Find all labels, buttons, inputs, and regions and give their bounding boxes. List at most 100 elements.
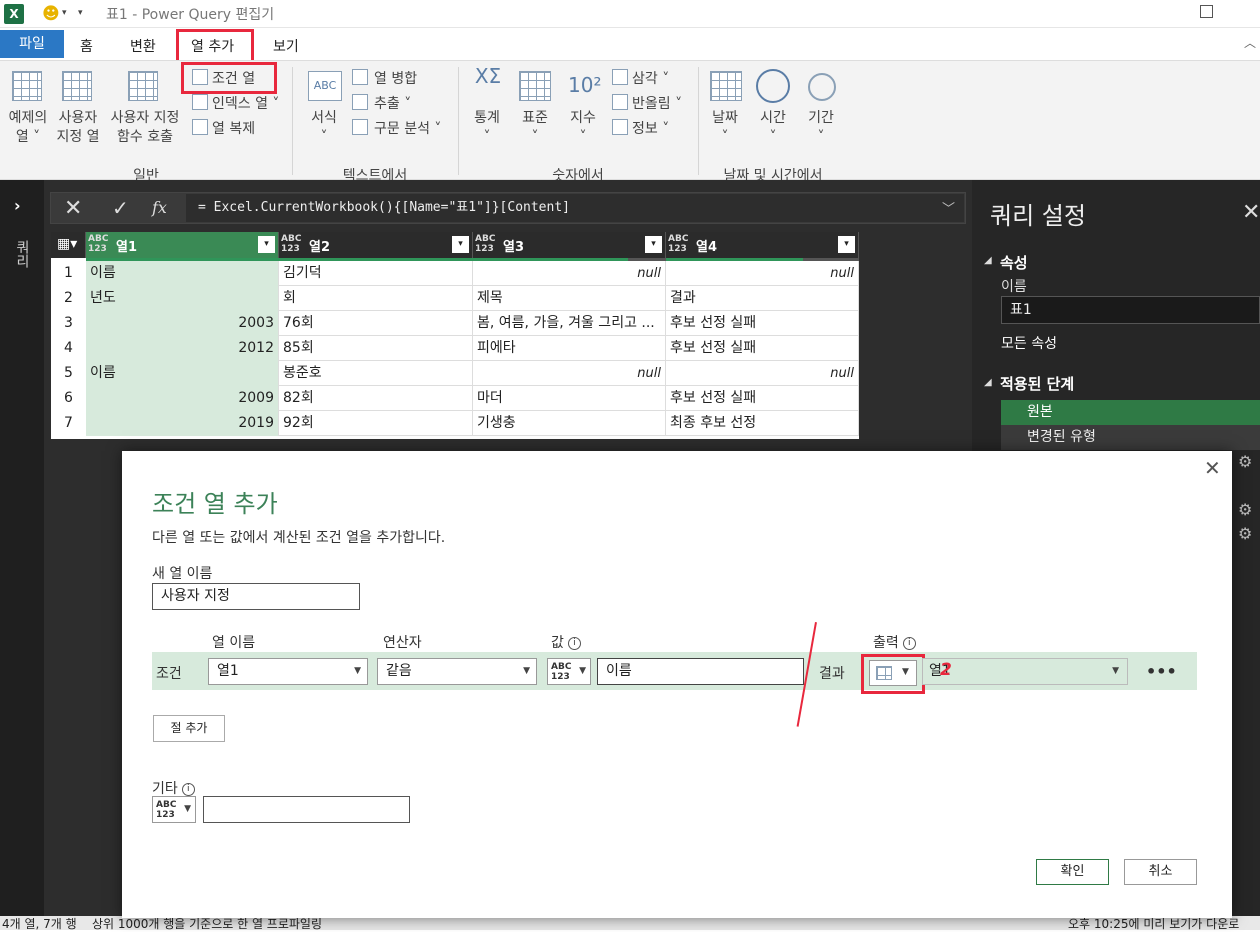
close-icon[interactable]: ✕ <box>1242 200 1260 225</box>
scientific-button[interactable]: 지수 ˅ <box>560 109 606 147</box>
query-name-input[interactable]: 표1 <box>1001 296 1260 324</box>
table-cell[interactable]: 김기덕 <box>279 261 473 286</box>
tab-transform[interactable]: 변환 <box>130 36 156 56</box>
table-cell[interactable]: 2009 <box>86 386 279 411</box>
table-cell[interactable]: 최종 후보 선정 <box>666 411 859 436</box>
cancel-button[interactable]: 취소 <box>1124 859 1197 885</box>
table-cell[interactable]: 이름 <box>86 361 279 386</box>
table-cell[interactable]: null <box>473 261 666 286</box>
else-type-button[interactable]: ABC 123 ▼ <box>152 796 196 823</box>
all-properties-link[interactable]: 모든 속성 <box>1001 333 1057 353</box>
gear-icon[interactable]: ⚙ <box>1238 500 1252 519</box>
fx-icon[interactable]: fx <box>152 198 167 217</box>
type-abc123-icon[interactable]: ABC 123 <box>668 234 688 254</box>
table-cell[interactable]: 마더 <box>473 386 666 411</box>
info-icon[interactable]: i <box>567 636 581 650</box>
table-cell[interactable]: null <box>666 361 859 386</box>
table-cell[interactable]: 피에타 <box>473 336 666 361</box>
row-number[interactable]: 2 <box>51 286 86 311</box>
formula-input[interactable]: = Excel.CurrentWorkbook(){[Name="표1"]}[C… <box>186 194 964 222</box>
chevron-up-icon[interactable]: ︿ <box>1244 34 1256 51</box>
confirm-formula-icon[interactable]: ✓ <box>112 196 129 220</box>
duration-button[interactable]: 기간 ˅ <box>798 109 844 147</box>
column-header-1[interactable]: ABC 123 열1 ▾ <box>86 232 279 258</box>
new-column-name-input[interactable]: 사용자 지정 <box>152 583 360 610</box>
output-column-select[interactable]: 열1 ▼ <box>922 658 1128 685</box>
maximize-icon[interactable] <box>1200 5 1213 18</box>
table-cell[interactable]: 기생충 <box>473 411 666 436</box>
table-menu-icon[interactable]: ▦▾ <box>51 232 86 258</box>
collapse-triangle-icon[interactable]: ◢ <box>984 255 992 266</box>
table-cell[interactable]: 92회 <box>279 411 473 436</box>
row-number[interactable]: 4 <box>51 336 86 361</box>
column-header-4[interactable]: ABC 123 열4 ▾ <box>666 232 859 258</box>
gear-icon[interactable]: ⚙ <box>1238 452 1252 471</box>
table-cell[interactable]: 2019 <box>86 411 279 436</box>
type-abc123-icon[interactable]: ABC 123 <box>88 234 108 254</box>
row-number[interactable]: 3 <box>51 311 86 336</box>
type-abc123-icon[interactable]: ABC 123 <box>281 234 301 254</box>
table-cell[interactable]: 봄, 여름, 가을, 겨울 그리고 ... <box>473 311 666 336</box>
table-cell[interactable]: 결과 <box>666 286 859 311</box>
add-clause-button[interactable]: 절 추가 <box>153 715 225 742</box>
cancel-formula-icon[interactable]: ✕ <box>64 196 82 221</box>
filter-dropdown-icon[interactable]: ▾ <box>838 236 855 253</box>
queries-pane-label[interactable]: 쿼리 <box>12 240 32 268</box>
type-abc123-icon[interactable]: ABC 123 <box>475 234 495 254</box>
filter-dropdown-icon[interactable]: ▾ <box>258 236 275 253</box>
index-column-button[interactable]: 인덱스 열 ˅ <box>212 93 279 113</box>
else-value-input[interactable] <box>203 796 410 823</box>
table-cell[interactable]: 76회 <box>279 311 473 336</box>
filter-dropdown-icon[interactable]: ▾ <box>452 236 469 253</box>
date-button[interactable]: 날짜 ˅ <box>702 109 748 147</box>
trigonometry-button[interactable]: 삼각 ˅ <box>632 68 669 88</box>
table-cell[interactable]: null <box>473 361 666 386</box>
table-cell[interactable]: null <box>666 261 859 286</box>
table-cell[interactable]: 년도 <box>86 286 279 311</box>
table-cell[interactable]: 2003 <box>86 311 279 336</box>
table-cell[interactable]: 후보 선정 실패 <box>666 311 859 336</box>
tab-home[interactable]: 홈 <box>80 36 93 56</box>
applied-step-item[interactable]: 변경된 유형 <box>1001 425 1260 450</box>
collapse-triangle-icon[interactable]: ◢ <box>984 377 992 388</box>
format-button[interactable]: 서식 ˅ <box>300 109 348 147</box>
info-icon[interactable]: i <box>902 636 916 650</box>
chevron-down-icon[interactable]: ﹀ <box>942 198 955 217</box>
table-cell[interactable]: 이름 <box>86 261 279 286</box>
row-number[interactable]: 6 <box>51 386 86 411</box>
filter-dropdown-icon[interactable]: ▾ <box>645 236 662 253</box>
custom-column-button[interactable]: 사용자 지정 열 <box>52 109 104 147</box>
invoke-custom-function-button[interactable]: 사용자 지정 함수 호출 <box>104 109 186 147</box>
more-options-button[interactable]: ••• <box>1146 662 1177 681</box>
expand-queries-icon[interactable]: › <box>14 196 21 215</box>
column-header-3[interactable]: ABC 123 열3 ▾ <box>473 232 666 258</box>
value-input[interactable]: 이름 <box>597 658 804 685</box>
ok-button[interactable]: 확인 <box>1036 859 1109 885</box>
column-from-examples-button[interactable]: 예제의 열 ˅ <box>2 109 54 147</box>
rounding-button[interactable]: 반올림 ˅ <box>632 93 682 113</box>
column-header-2[interactable]: ABC 123 열2 ▾ <box>279 232 473 258</box>
standard-button[interactable]: 표준 ˅ <box>512 109 558 147</box>
table-cell[interactable]: 후보 선정 실패 <box>666 336 859 361</box>
information-button[interactable]: 정보 ˅ <box>632 118 669 138</box>
table-cell[interactable]: 회 <box>279 286 473 311</box>
row-number[interactable]: 1 <box>51 261 86 286</box>
statistics-button[interactable]: 통계 ˅ <box>464 109 510 147</box>
table-cell[interactable]: 제목 <box>473 286 666 311</box>
table-cell[interactable]: 85회 <box>279 336 473 361</box>
smiley-feedback-icon[interactable]: ☻ <box>42 4 60 24</box>
gear-icon[interactable]: ⚙ <box>1238 524 1252 543</box>
column-name-select[interactable]: 열1 ▼ <box>208 658 368 685</box>
table-cell[interactable]: 2012 <box>86 336 279 361</box>
row-number[interactable]: 5 <box>51 361 86 386</box>
feedback-dropdown-icon[interactable]: ▾ <box>62 8 67 18</box>
row-number[interactable]: 7 <box>51 411 86 436</box>
extract-button[interactable]: 추출 ˅ <box>374 93 411 113</box>
parse-button[interactable]: 구문 분석 ˅ <box>374 118 441 138</box>
close-icon[interactable]: ✕ <box>1204 456 1221 480</box>
value-type-button[interactable]: ABC 123 ▼ <box>547 658 591 685</box>
applied-step-item[interactable]: 원본 <box>1001 400 1260 425</box>
time-button[interactable]: 시간 ˅ <box>750 109 796 147</box>
table-cell[interactable]: 82회 <box>279 386 473 411</box>
tab-view[interactable]: 보기 <box>273 36 299 56</box>
